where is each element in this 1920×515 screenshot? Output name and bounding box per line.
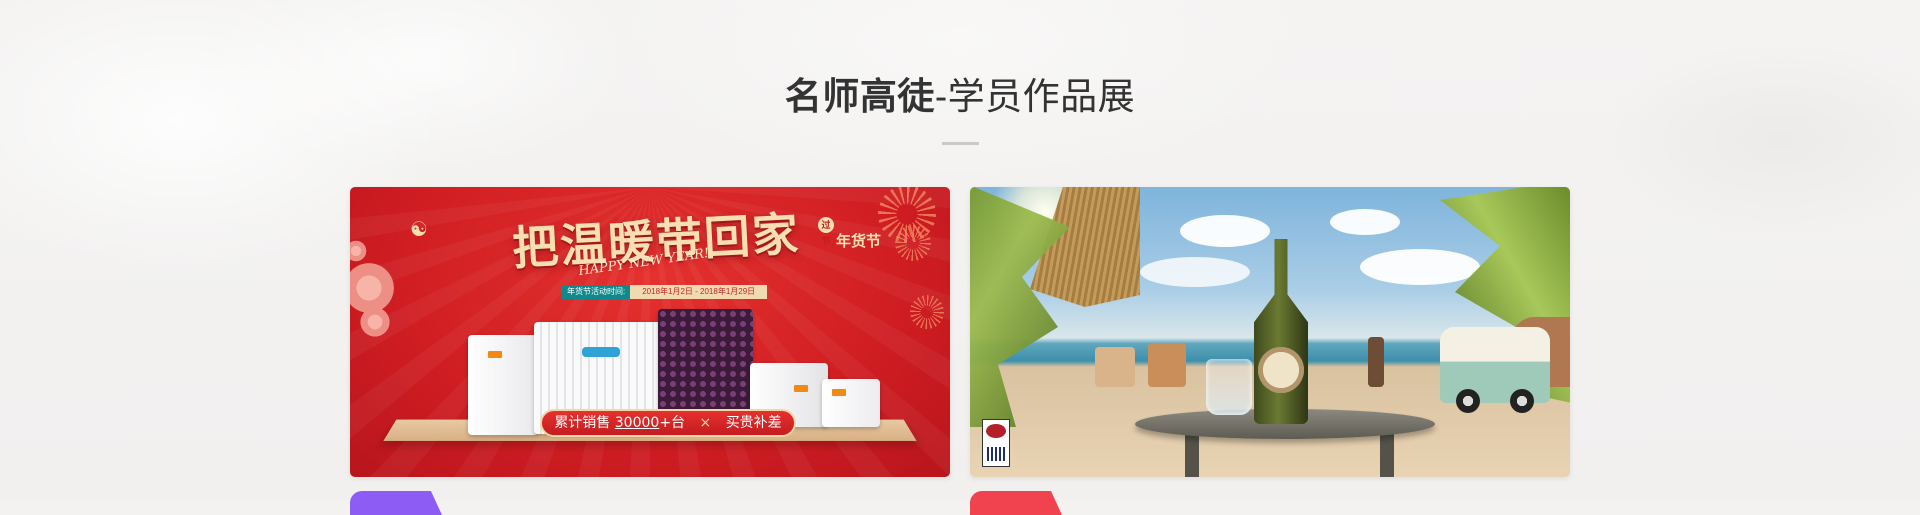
camper-van bbox=[1440, 327, 1550, 413]
pill-number: 30000 bbox=[614, 415, 660, 431]
work-tag-purple[interactable] bbox=[350, 491, 442, 515]
cloud-ornament-icon: ☯ bbox=[410, 217, 428, 241]
glass-with-ice bbox=[1206, 359, 1252, 415]
banner-date-bar: 年货节活动时间: 2018年1月2日 - 2018年1月29日 bbox=[562, 285, 768, 299]
pill-unit: +台 bbox=[659, 415, 686, 431]
firework-icon bbox=[895, 225, 931, 261]
bottle-label bbox=[1258, 347, 1304, 393]
martini-logo-icon bbox=[982, 419, 1010, 467]
flower-icon bbox=[358, 305, 392, 339]
firework-icon bbox=[910, 295, 944, 329]
section-title: 名师高徒-学员作品展 bbox=[0, 72, 1920, 122]
beach-person bbox=[1095, 347, 1135, 387]
pill-prefix: 累计销售 bbox=[554, 415, 611, 431]
section-title-rest: -学员作品展 bbox=[934, 76, 1136, 117]
bottle bbox=[1254, 239, 1308, 424]
heater-product bbox=[822, 379, 880, 427]
banner-date-value: 2018年1月2日 - 2018年1月29日 bbox=[630, 285, 768, 299]
heater-accent bbox=[582, 347, 620, 357]
banner-date-label: 年货节活动时间: bbox=[562, 285, 631, 299]
banner-image-heater: ☯ 把温暖带回家 HAPPY NEW YEAR! 过节 年货节 年货节活动时间: … bbox=[350, 187, 950, 477]
cloud bbox=[1180, 215, 1270, 247]
cloud bbox=[1140, 257, 1250, 287]
work-tag-red[interactable] bbox=[970, 491, 1062, 515]
beach-person bbox=[1368, 337, 1384, 387]
banner-tag-text: 年货节 bbox=[836, 233, 882, 250]
work-card-heater-banner[interactable]: ☯ 把温暖带回家 HAPPY NEW YEAR! 过节 年货节 年货节活动时间: … bbox=[350, 187, 950, 477]
title-divider bbox=[942, 142, 979, 145]
pill-separator: × bbox=[699, 415, 712, 431]
beach-person bbox=[1148, 343, 1186, 387]
table-leg bbox=[1185, 432, 1199, 477]
work-card-beach-banner[interactable] bbox=[970, 187, 1570, 477]
pill-suffix: 买贵补差 bbox=[725, 415, 782, 431]
section-title-strong: 名师高徒 bbox=[784, 76, 935, 117]
sales-pill: 累计销售 30000+台 × 买贵补差 bbox=[540, 409, 796, 437]
banner-image-beach bbox=[970, 187, 1570, 477]
table-leg bbox=[1380, 432, 1394, 477]
cloud bbox=[1330, 209, 1400, 235]
banner-tag-mini: 过节 bbox=[818, 217, 834, 246]
palm-leaves-left bbox=[970, 187, 1070, 427]
cloud bbox=[1360, 249, 1480, 285]
heater-product bbox=[468, 335, 538, 435]
banner-tag: 过节 年货节 bbox=[818, 217, 881, 251]
